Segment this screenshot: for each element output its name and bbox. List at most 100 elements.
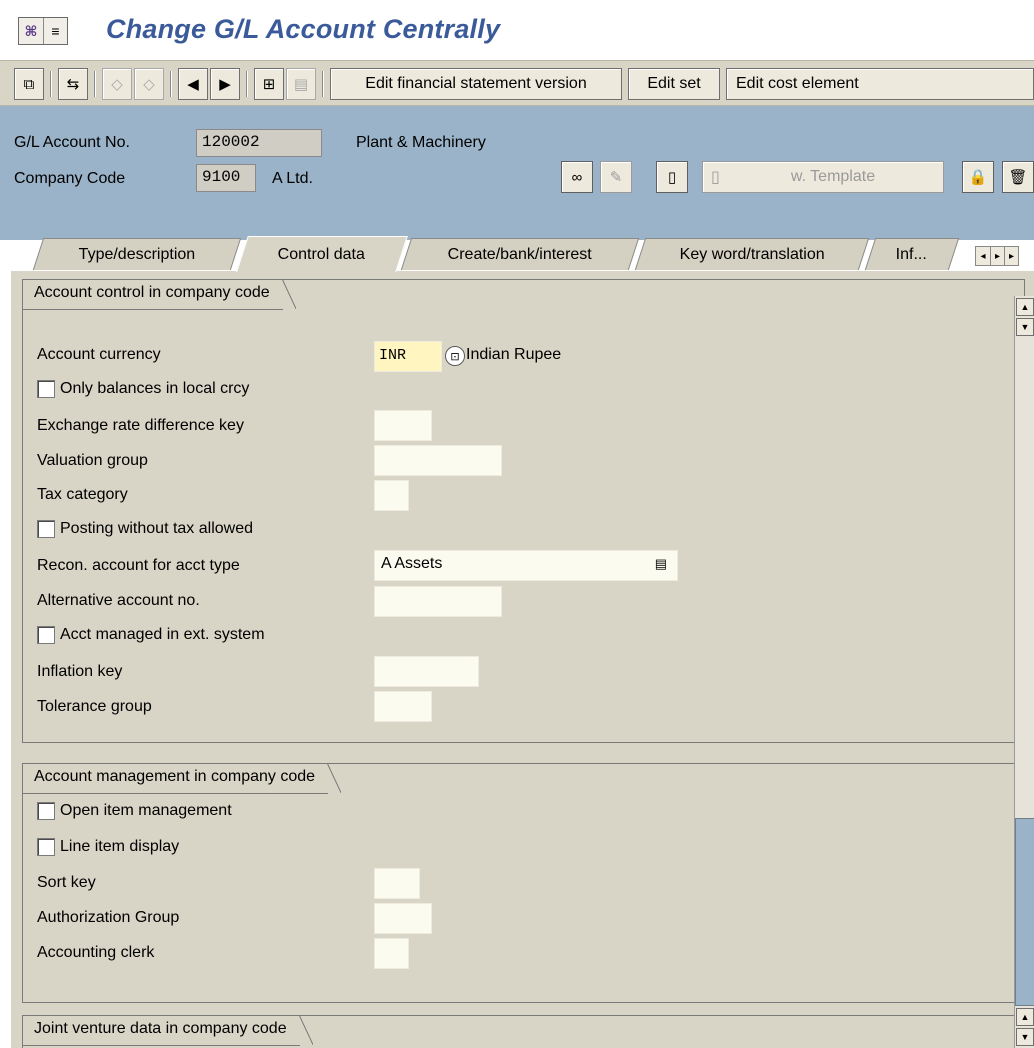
checkbox-label: Posting without tax allowed [60,520,253,537]
inflation-key-input[interactable] [374,656,479,687]
with-template-button: ▯ w. Template [702,161,944,193]
template-document-icon: ▯ [711,169,720,186]
next-icon[interactable]: ▶ [210,68,240,100]
glasses-display-icon[interactable]: ∞ [561,161,593,193]
scroll-up-icon[interactable]: ▲ [1016,298,1034,316]
tab-navigation: ◂ ▸ ▸ [975,246,1019,266]
checkbox-label: Only balances in local crcy [60,380,250,397]
menu-icon[interactable]: ≡ [43,18,67,44]
tab-information[interactable]: Inf... [864,238,960,270]
account-management-group: Account management in company code Open … [22,763,1025,1003]
gl-account-label: G/L Account No. [14,134,130,151]
tab-label: Type/description [78,245,196,263]
valuation-group-input[interactable] [374,445,502,476]
checkbox-label: Open item management [60,802,232,819]
account-currency-description: Indian Rupee [466,346,562,363]
checkbox-box[interactable] [37,380,55,398]
line-item-display-checkbox[interactable]: Line item display [37,838,179,856]
tab-control-data[interactable]: Control data [236,236,408,272]
posting-without-tax-checkbox[interactable]: Posting without tax allowed [37,520,253,538]
joint-venture-title: Joint venture data in company code [23,1015,313,1046]
scrollbar-thumb[interactable] [1015,818,1034,1006]
acct-managed-ext-checkbox[interactable]: Acct managed in ext. system [37,626,265,644]
vertical-scrollbar[interactable]: ▲ ▼ ▲ ▼ [1014,296,1034,1048]
pencil-edit-icon: ✎ [600,161,632,193]
create-document-icon[interactable]: ▯ [656,161,688,193]
scroll-up-lower-icon[interactable]: ▲ [1016,1008,1034,1026]
tab-content-panel: Account control in company code Account … [10,270,1034,1048]
inflation-key-label: Inflation key [37,663,123,680]
recon-account-value: A Assets [381,555,443,572]
recon-account-label: Recon. account for acct type [37,557,240,574]
toolbar-separator [94,71,96,97]
page-title: Change G/L Account Centrally [106,14,501,44]
display-change-icon[interactable]: ⇆ [58,68,88,100]
gl-account-field[interactable]: 120002 [196,129,322,157]
tab-list-icon[interactable]: ◂ [976,247,990,265]
sort-key-label: Sort key [37,874,96,891]
checkbox-box[interactable] [37,520,55,538]
exchange-rate-label: Exchange rate difference key [37,417,244,434]
tab-scroll-right-icon[interactable]: ▸ [990,247,1004,265]
tab-label: Key word/translation [679,245,825,263]
exchange-rate-input[interactable] [374,410,432,441]
account-control-title: Account control in company code [23,279,296,310]
scroll-down-icon[interactable]: ▼ [1016,318,1034,336]
account-management-title: Account management in company code [23,763,342,794]
edit-fs-version-button[interactable]: Edit financial statement version [330,68,622,100]
application-toolbar: ⧉ ⇆ ◇ ◇ ◀ ▶ ⊞ ▤ Edit financial statement… [0,60,1034,106]
other-account-icon[interactable]: ⧉ [14,68,44,100]
dropdown-icon[interactable]: ▤ [655,556,667,572]
tab-type-description[interactable]: Type/description [32,238,242,270]
with-template-label: w. Template [790,168,876,185]
gl-account-description: Plant & Machinery [356,134,486,151]
checkbox-label: Acct managed in ext. system [60,626,265,643]
filter-icon[interactable]: ⊞ [254,68,284,100]
redo-icon: ◇ [134,68,164,100]
title-bar: ⌘ ≡ Change G/L Account Centrally [0,0,1034,60]
lock-icon[interactable]: 🔒 [962,161,994,193]
company-code-label: Company Code [14,170,126,187]
tab-scroll-end-icon[interactable]: ▸ [1004,247,1018,265]
alternative-account-input[interactable] [374,586,502,617]
delete-icon[interactable]: 🗑 [1002,161,1034,193]
document-icon: ▤ [286,68,316,100]
transaction-icon[interactable]: ⌘ [19,18,43,44]
toolbar-separator [246,71,248,97]
currency-lookup-icon[interactable]: ⊡ [445,346,465,366]
account-currency-label: Account currency [37,346,161,363]
valuation-group-label: Valuation group [37,452,148,469]
toolbar-separator [322,71,324,97]
previous-icon[interactable]: ◀ [178,68,208,100]
company-code-description: A Ltd. [272,170,313,187]
tolerance-group-label: Tolerance group [37,698,152,715]
toolbar-separator [50,71,52,97]
alternative-account-label: Alternative account no. [37,592,200,609]
checkbox-box[interactable] [37,802,55,820]
tax-category-label: Tax category [37,486,128,503]
only-balances-checkbox[interactable]: Only balances in local crcy [37,380,249,398]
checkbox-box[interactable] [37,838,55,856]
tolerance-group-input[interactable] [374,691,432,722]
company-code-field[interactable]: 9100 [196,164,256,192]
tab-key-word-translation[interactable]: Key word/translation [634,238,870,270]
recon-account-dropdown[interactable]: A Assets ▤ [374,550,678,581]
edit-set-button[interactable]: Edit set [628,68,720,100]
joint-venture-group: Joint venture data in company code [22,1015,1025,1048]
edit-cost-element-button[interactable]: Edit cost element [726,68,1034,100]
toolbar-separator [170,71,172,97]
tab-label: Control data [278,245,366,263]
authorization-group-label: Authorization Group [37,909,180,926]
accounting-clerk-input[interactable] [374,938,409,969]
tab-label: Inf... [896,245,928,263]
accounting-clerk-label: Accounting clerk [37,944,155,961]
tax-category-input[interactable] [374,480,409,511]
authorization-group-input[interactable] [374,903,432,934]
sort-key-input[interactable] [374,868,420,899]
checkbox-box[interactable] [37,626,55,644]
scroll-down-lower-icon[interactable]: ▼ [1016,1028,1034,1046]
title-icon-group: ⌘ ≡ [18,17,68,45]
open-item-management-checkbox[interactable]: Open item management [37,802,232,820]
account-currency-input[interactable]: INR [374,341,442,372]
tab-create-bank-interest[interactable]: Create/bank/interest [400,238,640,270]
